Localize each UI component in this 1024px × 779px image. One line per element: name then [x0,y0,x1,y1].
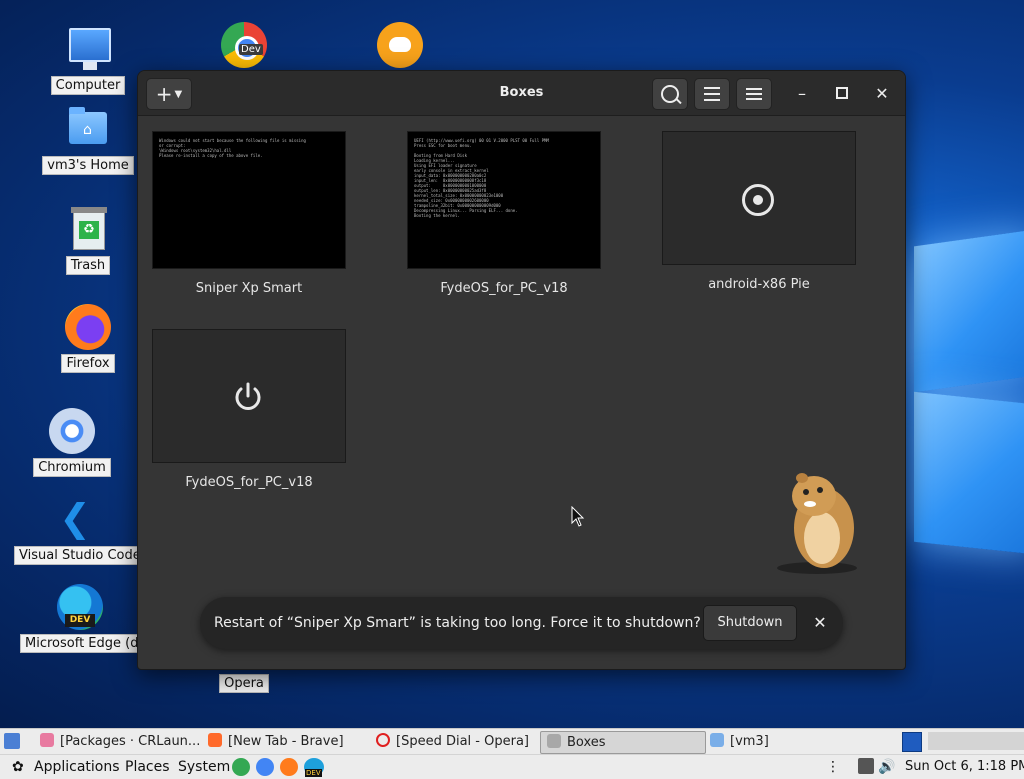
desktop-icon-label: Firefox [61,354,115,373]
workspace-1-button[interactable] [902,732,922,752]
box-name: android-x86 Pie [708,277,810,292]
places-menu[interactable]: Places [125,757,170,777]
box-tile[interactable]: FydeOS_for_PC_v18 [152,329,346,490]
box-screen-thumbnail: Windows could not start because the foll… [152,131,346,269]
chromium-launcher-icon[interactable] [256,758,274,776]
box-name: FydeOS_for_PC_v18 [185,475,313,490]
minimize-button[interactable]: – [788,78,816,108]
desktop-icon-label: Opera [219,674,269,693]
box-tile[interactable]: Windows could not start because the foll… [152,131,346,296]
search-button[interactable] [652,78,688,110]
clock[interactable]: Sun Oct 6, 1:18 PM [905,757,1024,777]
network-icon[interactable] [858,758,874,774]
mouse-cursor-icon [571,506,585,527]
close-button[interactable]: ✕ [868,78,896,108]
desktop-icon-home[interactable]: ⌂ vm3's Home [28,106,148,175]
desktop-icon-vscode[interactable]: ❮ Visual Studio Code [14,496,146,565]
trash-icon: ♻ [65,206,111,252]
desktop-icon-firefox[interactable]: Firefox [28,304,148,373]
chrome-launcher-icon[interactable] [232,758,250,776]
firefox-icon [65,304,111,350]
dismiss-notification-button[interactable]: ✕ [806,609,834,637]
desktop-icon-label: Computer [50,76,126,95]
show-desktop-icon[interactable] [4,733,20,749]
notification-message: Restart of “Sniper Xp Smart” is taking t… [214,615,701,631]
desktop-icon-label: Visual Studio Code [14,546,146,565]
plus-icon: + [155,82,173,106]
discord-icon [377,22,423,68]
applications-menu[interactable]: Applications [34,757,120,777]
power-icon [235,382,261,410]
vscode-icon: ❮ [59,496,91,540]
desktop-icon-trash[interactable]: ♻ Trash [28,206,148,275]
box-placeholder-thumbnail [662,131,856,265]
system-menu[interactable]: System [178,757,230,777]
taskbar-item-brave[interactable]: [New Tab - Brave] [208,731,368,752]
top-panel: ✿ Applications Places System DEV ⋮ 🔊 Sun… [0,754,1024,779]
maximize-button[interactable] [828,78,856,108]
desktop-icon-label: Chromium [33,458,111,477]
edge-dev-icon: DEV [57,584,103,630]
desktop-icon-label: Microsoft Edge (de [20,634,152,653]
search-icon [661,85,679,103]
app-icon [40,733,54,747]
box-tile[interactable]: UEFI (http://www.uefi.org) 00 01 V.2000 … [407,131,601,296]
new-box-button[interactable]: + ▼ [146,78,192,110]
taskbar-item-boxes[interactable]: Boxes [540,731,706,754]
box-name: Sniper Xp Smart [195,281,303,296]
chromium-icon [49,408,95,454]
boxes-icon [547,734,561,748]
window-title: Boxes [499,85,544,100]
desktop-icon-computer[interactable]: Computer [28,26,148,95]
brave-icon [208,733,222,747]
taskbar-item-vm3[interactable]: [vm3] [710,731,830,752]
taskbar-item-opera[interactable]: [Speed Dial - Opera] [376,731,536,752]
overflow-menu-icon[interactable]: ⋮ [826,757,840,777]
shutdown-notification: Restart of “Sniper Xp Smart” is taking t… [200,597,843,649]
window-list-panel: [Packages · CRLaun... [New Tab - Brave] … [0,728,1024,755]
home-folder-icon: ⌂ [65,106,111,152]
computer-icon [65,26,111,72]
gnome-foot-icon: ✿ [12,759,24,775]
desktop-icon-discord[interactable] [340,22,460,68]
box-placeholder-thumbnail [152,329,346,463]
boxes-window: + ▼ Boxes – ✕ Windows could not start be… [137,70,906,670]
list-view-button[interactable] [694,78,730,110]
close-icon: ✕ [813,613,827,632]
maximize-icon [836,87,848,99]
desktop-icon-label: Trash [65,256,111,275]
main-menu-button[interactable] [736,78,772,110]
box-screen-thumbnail: UEFI (http://www.uefi.org) 00 01 V.2000 … [407,131,601,269]
dev-badge: DEV [65,614,95,627]
workspace-switcher[interactable] [928,732,1024,750]
hamburger-menu-icon [746,88,762,100]
close-icon: ✕ [875,83,889,103]
volume-icon[interactable]: 🔊 [878,757,895,777]
dev-badge: Dev [239,44,263,55]
list-view-icon [704,87,720,101]
desktop-icon-edge-dev[interactable]: DEV Microsoft Edge (de [20,584,152,653]
windows-logo-wallpaper [912,220,1024,600]
loading-spinner-icon [742,184,774,216]
headerbar: + ▼ Boxes – ✕ [138,71,905,116]
opera-icon [376,733,390,747]
desktop-icon-chrome-dev[interactable]: Dev [184,22,304,68]
shutdown-button[interactable]: Shutdown [703,605,797,641]
edge-dev-launcher-icon[interactable]: DEV [304,758,324,777]
folder-icon [710,733,724,747]
firefox-launcher-icon[interactable] [280,758,298,776]
taskbar-item-packages[interactable]: [Packages · CRLaun... [40,731,200,752]
desktop-icon-label: vm3's Home [42,156,134,175]
hamster-mascot [777,473,857,574]
box-tile[interactable]: android-x86 Pie [662,131,856,292]
chrome-dev-icon: Dev [221,22,267,68]
desktop-icon-chromium[interactable]: Chromium [12,408,132,477]
chevron-down-icon: ▼ [174,88,183,100]
minimize-icon: – [798,83,806,103]
box-name: FydeOS_for_PC_v18 [440,281,568,296]
